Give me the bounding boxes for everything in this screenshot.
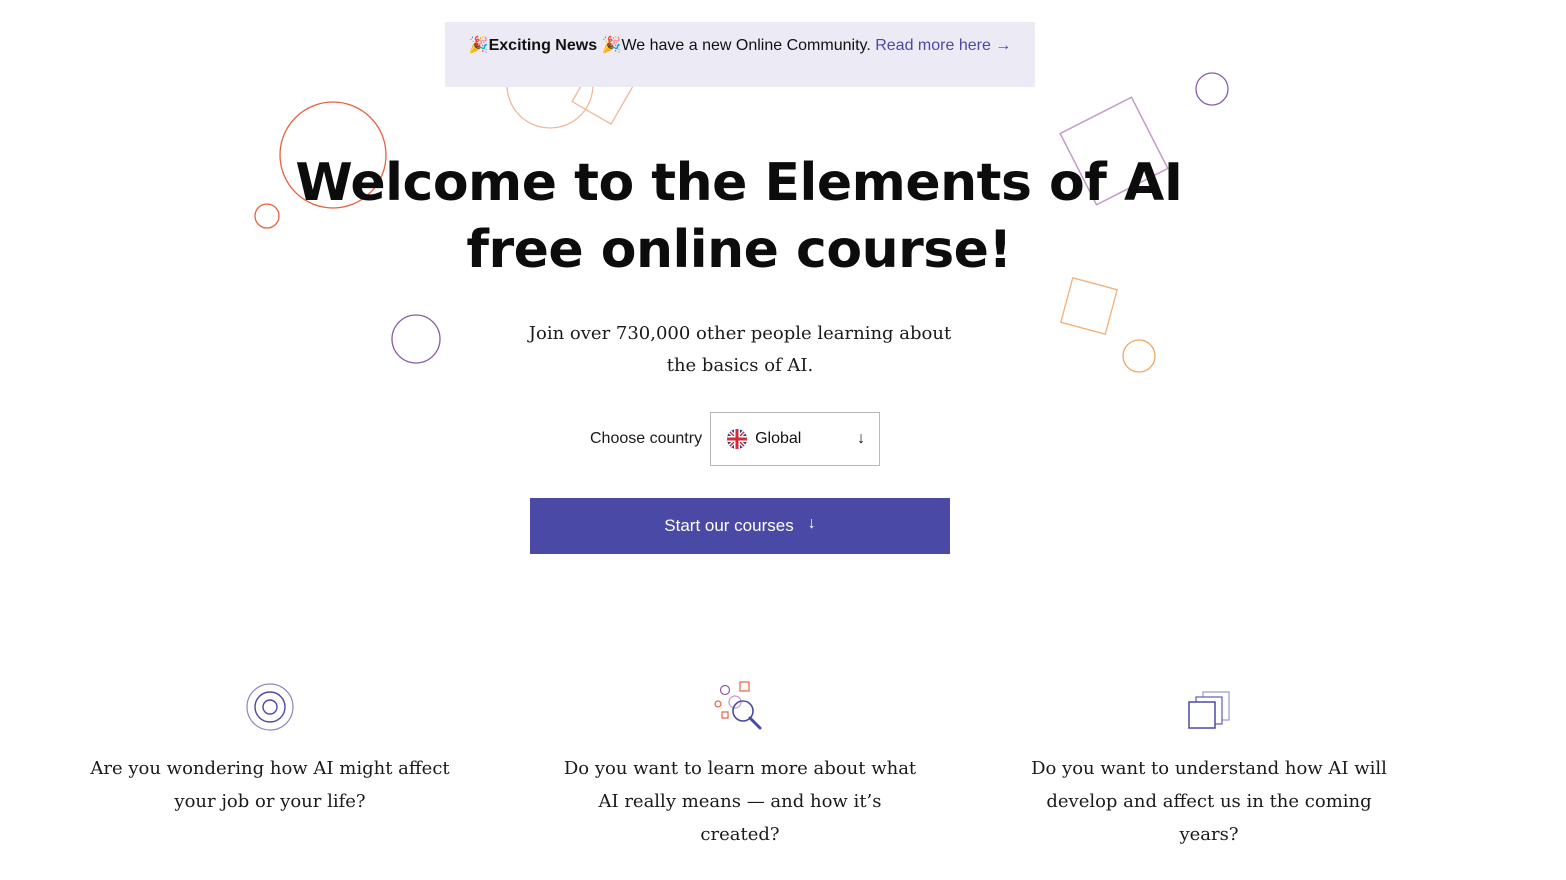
arrow-down-icon: ↓ — [807, 515, 816, 532]
start-courses-button[interactable]: Start our courses ↓ — [530, 498, 950, 554]
uk-flag-icon — [727, 429, 748, 449]
feature-item: Are you wondering how AI might affect yo… — [90, 680, 450, 818]
decor-square-orange — [1060, 277, 1118, 335]
banner-message: We have a new Online Community. — [621, 37, 871, 54]
party-popper-icon: 🎉 — [468, 37, 489, 54]
read-more-link[interactable]: Read more here → — [875, 37, 1011, 54]
page-title: Welcome to the Elements of AI free onlin… — [283, 150, 1195, 284]
magnifier-icon — [714, 681, 762, 730]
page: 🎉Exciting News 🎉We have a new Online Com… — [0, 0, 1566, 880]
decor-circle-purple-right — [1195, 72, 1229, 106]
announcement-banner: 🎉Exciting News 🎉We have a new Online Com… — [445, 22, 1035, 87]
country-label: Choose country — [590, 430, 703, 447]
country-select[interactable]: Global ↓ — [710, 412, 881, 466]
start-courses-label: Start our courses — [664, 516, 794, 535]
page-title-line-1: Welcome to the Elements of AI — [295, 153, 1183, 213]
party-popper-icon: 🎉 — [601, 37, 622, 54]
country-chooser: Choose country Global ↓ — [590, 412, 881, 466]
feature-text: Do you want to understand how AI will de… — [1031, 758, 1387, 845]
arrow-down-icon: ↓ — [857, 430, 866, 447]
feature-text: Are you wondering how AI might affect yo… — [90, 758, 450, 812]
feature-text: Do you want to learn more about what AI … — [563, 758, 917, 845]
page-title-line-2: free online course! — [466, 220, 1012, 280]
decor-circle-purple-left — [391, 314, 441, 364]
hero-subtitle: Join over 730,000 other people learning … — [528, 323, 952, 376]
banner-title: Exciting News — [488, 37, 598, 54]
decor-circle-red-small — [254, 203, 280, 229]
layers-icon — [1188, 691, 1230, 729]
feature-item: Do you want to understand how AI will de… — [1029, 680, 1389, 851]
target-icon — [246, 683, 294, 731]
decor-circle-orange — [1122, 339, 1156, 373]
read-more-label: Read more here — [875, 37, 991, 54]
arrow-right-icon: → — [995, 37, 1012, 54]
country-selected-value: Global — [755, 430, 802, 447]
feature-item: Do you want to learn more about what AI … — [560, 680, 920, 851]
